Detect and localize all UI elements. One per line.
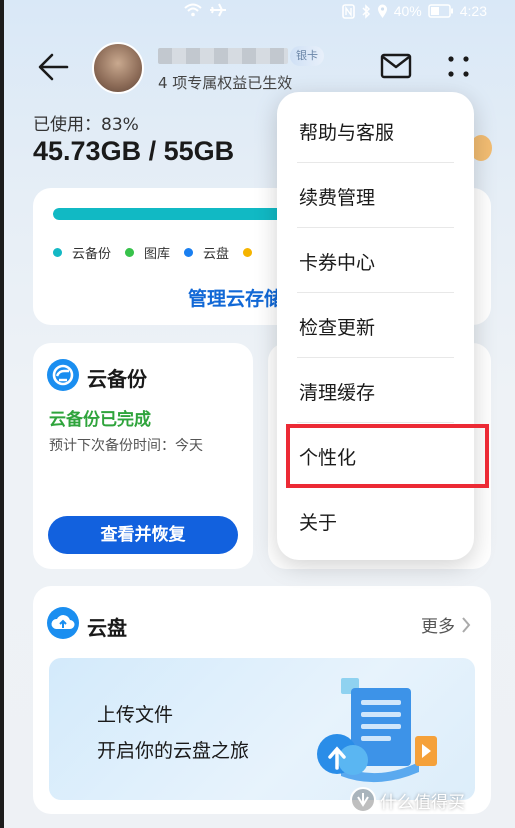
more-menu-button[interactable] <box>446 54 472 80</box>
storage-used-amount: 45.73GB / 55GB <box>33 136 235 166</box>
legend-dot <box>243 248 253 257</box>
legend-label: 云盘 <box>203 247 230 262</box>
location-icon <box>377 4 387 18</box>
nfc-icon <box>341 3 355 19</box>
legend-dot <box>53 248 62 257</box>
cloud-drive-card: 云盘 更多 上传文件 开启你的云盘之旅 <box>33 586 491 814</box>
view-and-restore-button[interactable]: 查看并恢复 <box>48 516 238 554</box>
clock: 4:23 <box>459 3 487 19</box>
upload-banner[interactable]: 上传文件 开启你的云盘之旅 <box>49 658 475 800</box>
legend-dot <box>184 248 194 257</box>
benefits-status[interactable]: 4 项专属权益已生效 <box>158 72 292 93</box>
back-button[interactable] <box>36 50 70 84</box>
manage-storage-link[interactable]: 管理云存储 <box>188 284 283 311</box>
menu-item-clear-cache[interactable]: 清理缓存 <box>277 358 474 423</box>
back-arrow-icon <box>38 53 69 81</box>
battery-icon <box>428 4 453 18</box>
airplane-icon <box>210 3 226 17</box>
menu-item-label: 关于 <box>299 512 338 534</box>
storage-legend: 云备份 图库 云盘 <box>53 243 276 262</box>
cloud-drive-icon <box>47 607 79 639</box>
menu-item-label: 帮助与客服 <box>299 122 395 144</box>
legend-dot <box>125 248 135 257</box>
menu-item-help[interactable]: 帮助与客服 <box>277 98 474 163</box>
cloud-drive-title: 云盘 <box>87 616 127 640</box>
watermark-logo-icon <box>350 787 376 813</box>
cloud-drive-more-link[interactable]: 更多 <box>421 612 471 637</box>
watermark-text: 什么值得买 <box>380 792 465 813</box>
mail-icon <box>380 53 412 79</box>
status-indicators: 40% 4:23 <box>341 3 487 19</box>
legend-item-other <box>243 243 262 262</box>
menu-item-label: 续费管理 <box>299 187 376 209</box>
screen-edge <box>0 0 4 828</box>
mail-button[interactable] <box>380 52 412 80</box>
bluetooth-icon <box>362 3 370 19</box>
battery-percent: 40% <box>393 3 422 19</box>
menu-item-check-update[interactable]: 检查更新 <box>277 293 474 358</box>
wifi-icon <box>184 3 202 17</box>
menu-item-label: 检查更新 <box>299 317 376 339</box>
menu-item-renewal[interactable]: 续费管理 <box>277 163 474 228</box>
banner-subtitle: 开启你的云盘之旅 <box>97 740 250 762</box>
storage-used-label: 已使用：83% <box>33 115 139 135</box>
banner-title: 上传文件 <box>97 704 174 726</box>
username-redacted <box>158 48 288 64</box>
menu-item-coupons[interactable]: 卡券中心 <box>277 228 474 293</box>
legend-item-drive: 云盘 <box>184 243 229 262</box>
legend-label: 图库 <box>144 247 171 262</box>
cloud-backup-title: 云备份 <box>87 367 147 391</box>
cloud-backup-icon <box>47 359 79 391</box>
upload-illustration-icon <box>317 678 437 783</box>
legend-label: 云备份 <box>72 247 112 262</box>
menu-item-label: 清理缓存 <box>299 382 376 404</box>
menu-item-label: 卡券中心 <box>299 252 376 274</box>
status-bar: 40% 4:23 <box>0 0 515 24</box>
next-backup-time: 预计下次备份时间：今天 <box>49 438 203 454</box>
more-label: 更多 <box>421 617 455 637</box>
legend-item-gallery: 图库 <box>125 243 170 262</box>
watermark: 什么值得买 <box>350 787 465 813</box>
more-dots-icon <box>448 56 469 77</box>
cloud-backup-card[interactable]: 云备份 云备份已完成 预计下次备份时间：今天 查看并恢复 <box>33 343 253 569</box>
legend-item-backup: 云备份 <box>53 243 111 262</box>
overflow-menu: 帮助与客服 续费管理 卡券中心 检查更新 清理缓存 个性化 关于 <box>277 92 474 560</box>
highlight-box <box>286 424 489 488</box>
menu-item-about[interactable]: 关于 <box>277 488 474 553</box>
backup-status: 云备份已完成 <box>49 410 151 430</box>
chevron-right-icon <box>462 616 471 633</box>
avatar[interactable] <box>92 42 144 94</box>
member-tier-badge: 银卡 <box>290 46 324 66</box>
status-connectivity <box>183 2 227 18</box>
